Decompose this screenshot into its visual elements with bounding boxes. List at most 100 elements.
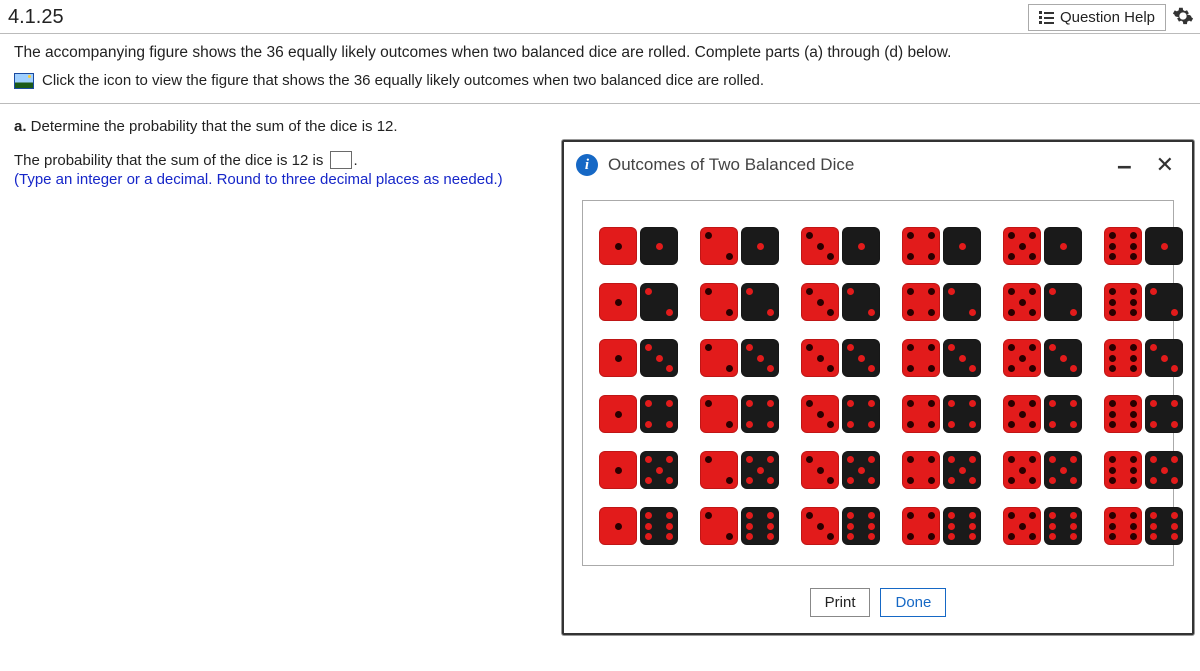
- black-die-face-6: [640, 507, 678, 545]
- red-die-face-5: [1003, 451, 1041, 489]
- red-die-face-3: [801, 451, 839, 489]
- red-die-face-4: [902, 395, 940, 433]
- question-intro: The accompanying figure shows the 36 equ…: [0, 34, 1200, 68]
- black-die-face-4: [943, 395, 981, 433]
- black-die-face-3: [943, 339, 981, 377]
- outcome-1-3: [599, 339, 678, 377]
- red-die-face-4: [902, 227, 940, 265]
- minimize-button[interactable]: –: [1109, 158, 1139, 172]
- black-die-face-4: [1145, 395, 1183, 433]
- answer-hint: (Type an integer or a decimal. Round to …: [14, 171, 550, 188]
- answer-suffix: .: [354, 152, 358, 169]
- answer-input[interactable]: [330, 151, 352, 169]
- question-help-button[interactable]: Question Help: [1028, 4, 1166, 31]
- modal-title: Outcomes of Two Balanced Dice: [608, 155, 1099, 175]
- red-die-face-6: [1104, 227, 1142, 265]
- black-die-face-4: [1044, 395, 1082, 433]
- outcome-2-5: [700, 451, 779, 489]
- black-die-face-5: [842, 451, 880, 489]
- answer-prefix: The probability that the sum of the dice…: [14, 152, 328, 169]
- outcome-6-4: [1104, 395, 1183, 433]
- black-die-face-3: [741, 339, 779, 377]
- black-die-face-4: [842, 395, 880, 433]
- outcome-2-3: [700, 339, 779, 377]
- red-die-face-1: [599, 507, 637, 545]
- question-help-label: Question Help: [1060, 9, 1155, 26]
- black-die-face-6: [943, 507, 981, 545]
- black-die-face-2: [741, 283, 779, 321]
- red-die-face-5: [1003, 507, 1041, 545]
- outcome-1-6: [599, 507, 678, 545]
- print-button[interactable]: Print: [810, 588, 871, 617]
- outcome-2-4: [700, 395, 779, 433]
- red-die-face-6: [1104, 283, 1142, 321]
- black-die-face-2: [640, 283, 678, 321]
- black-die-face-2: [842, 283, 880, 321]
- outcome-3-4: [801, 395, 880, 433]
- outcome-5-4: [1003, 395, 1082, 433]
- list-icon: [1039, 11, 1054, 24]
- red-die-face-2: [700, 451, 738, 489]
- outcome-3-5: [801, 451, 880, 489]
- question-number: 4.1.25: [0, 4, 72, 31]
- outcome-6-1: [1104, 227, 1183, 265]
- black-die-face-6: [1145, 507, 1183, 545]
- outcome-4-1: [902, 227, 981, 265]
- red-die-face-5: [1003, 227, 1041, 265]
- outcome-4-4: [902, 395, 981, 433]
- dice-outcome-grid: [599, 227, 1157, 545]
- part-a-text: Determine the probability that the sum o…: [27, 118, 398, 135]
- close-button[interactable]: ✕: [1150, 152, 1180, 178]
- gear-icon[interactable]: [1172, 5, 1194, 31]
- red-die-face-2: [700, 507, 738, 545]
- info-icon: i: [576, 154, 598, 176]
- red-die-face-3: [801, 395, 839, 433]
- black-die-face-4: [640, 395, 678, 433]
- red-die-face-2: [700, 395, 738, 433]
- red-die-face-6: [1104, 395, 1142, 433]
- black-die-face-5: [943, 451, 981, 489]
- outcome-5-2: [1003, 283, 1082, 321]
- red-die-face-5: [1003, 283, 1041, 321]
- red-die-face-4: [902, 451, 940, 489]
- red-die-face-4: [902, 283, 940, 321]
- red-die-face-2: [700, 283, 738, 321]
- outcome-2-2: [700, 283, 779, 321]
- red-die-face-1: [599, 395, 637, 433]
- black-die-face-3: [842, 339, 880, 377]
- red-die-face-3: [801, 339, 839, 377]
- red-die-face-5: [1003, 339, 1041, 377]
- outcome-4-3: [902, 339, 981, 377]
- outcome-6-2: [1104, 283, 1183, 321]
- part-a-prompt: a. Determine the probability that the su…: [14, 118, 550, 135]
- answer-line: The probability that the sum of the dice…: [14, 151, 550, 169]
- outcome-2-6: [700, 507, 779, 545]
- outcome-2-1: [700, 227, 779, 265]
- black-die-face-1: [741, 227, 779, 265]
- outcome-5-6: [1003, 507, 1082, 545]
- outcome-1-2: [599, 283, 678, 321]
- done-button[interactable]: Done: [880, 588, 946, 617]
- red-die-face-6: [1104, 339, 1142, 377]
- black-die-face-3: [640, 339, 678, 377]
- black-die-face-6: [1044, 507, 1082, 545]
- red-die-face-1: [599, 227, 637, 265]
- black-die-face-2: [943, 283, 981, 321]
- black-die-face-1: [1145, 227, 1183, 265]
- black-die-face-3: [1145, 339, 1183, 377]
- outcome-6-5: [1104, 451, 1183, 489]
- outcome-4-6: [902, 507, 981, 545]
- picture-icon[interactable]: [14, 73, 34, 89]
- outcome-1-1: [599, 227, 678, 265]
- black-die-face-1: [640, 227, 678, 265]
- red-die-face-3: [801, 507, 839, 545]
- red-die-face-1: [599, 451, 637, 489]
- black-die-face-5: [1145, 451, 1183, 489]
- outcome-5-1: [1003, 227, 1082, 265]
- figure-link[interactable]: Click the icon to view the figure that s…: [42, 72, 764, 89]
- black-die-face-1: [842, 227, 880, 265]
- outcome-3-1: [801, 227, 880, 265]
- outcome-5-3: [1003, 339, 1082, 377]
- red-die-face-4: [902, 507, 940, 545]
- outcome-3-3: [801, 339, 880, 377]
